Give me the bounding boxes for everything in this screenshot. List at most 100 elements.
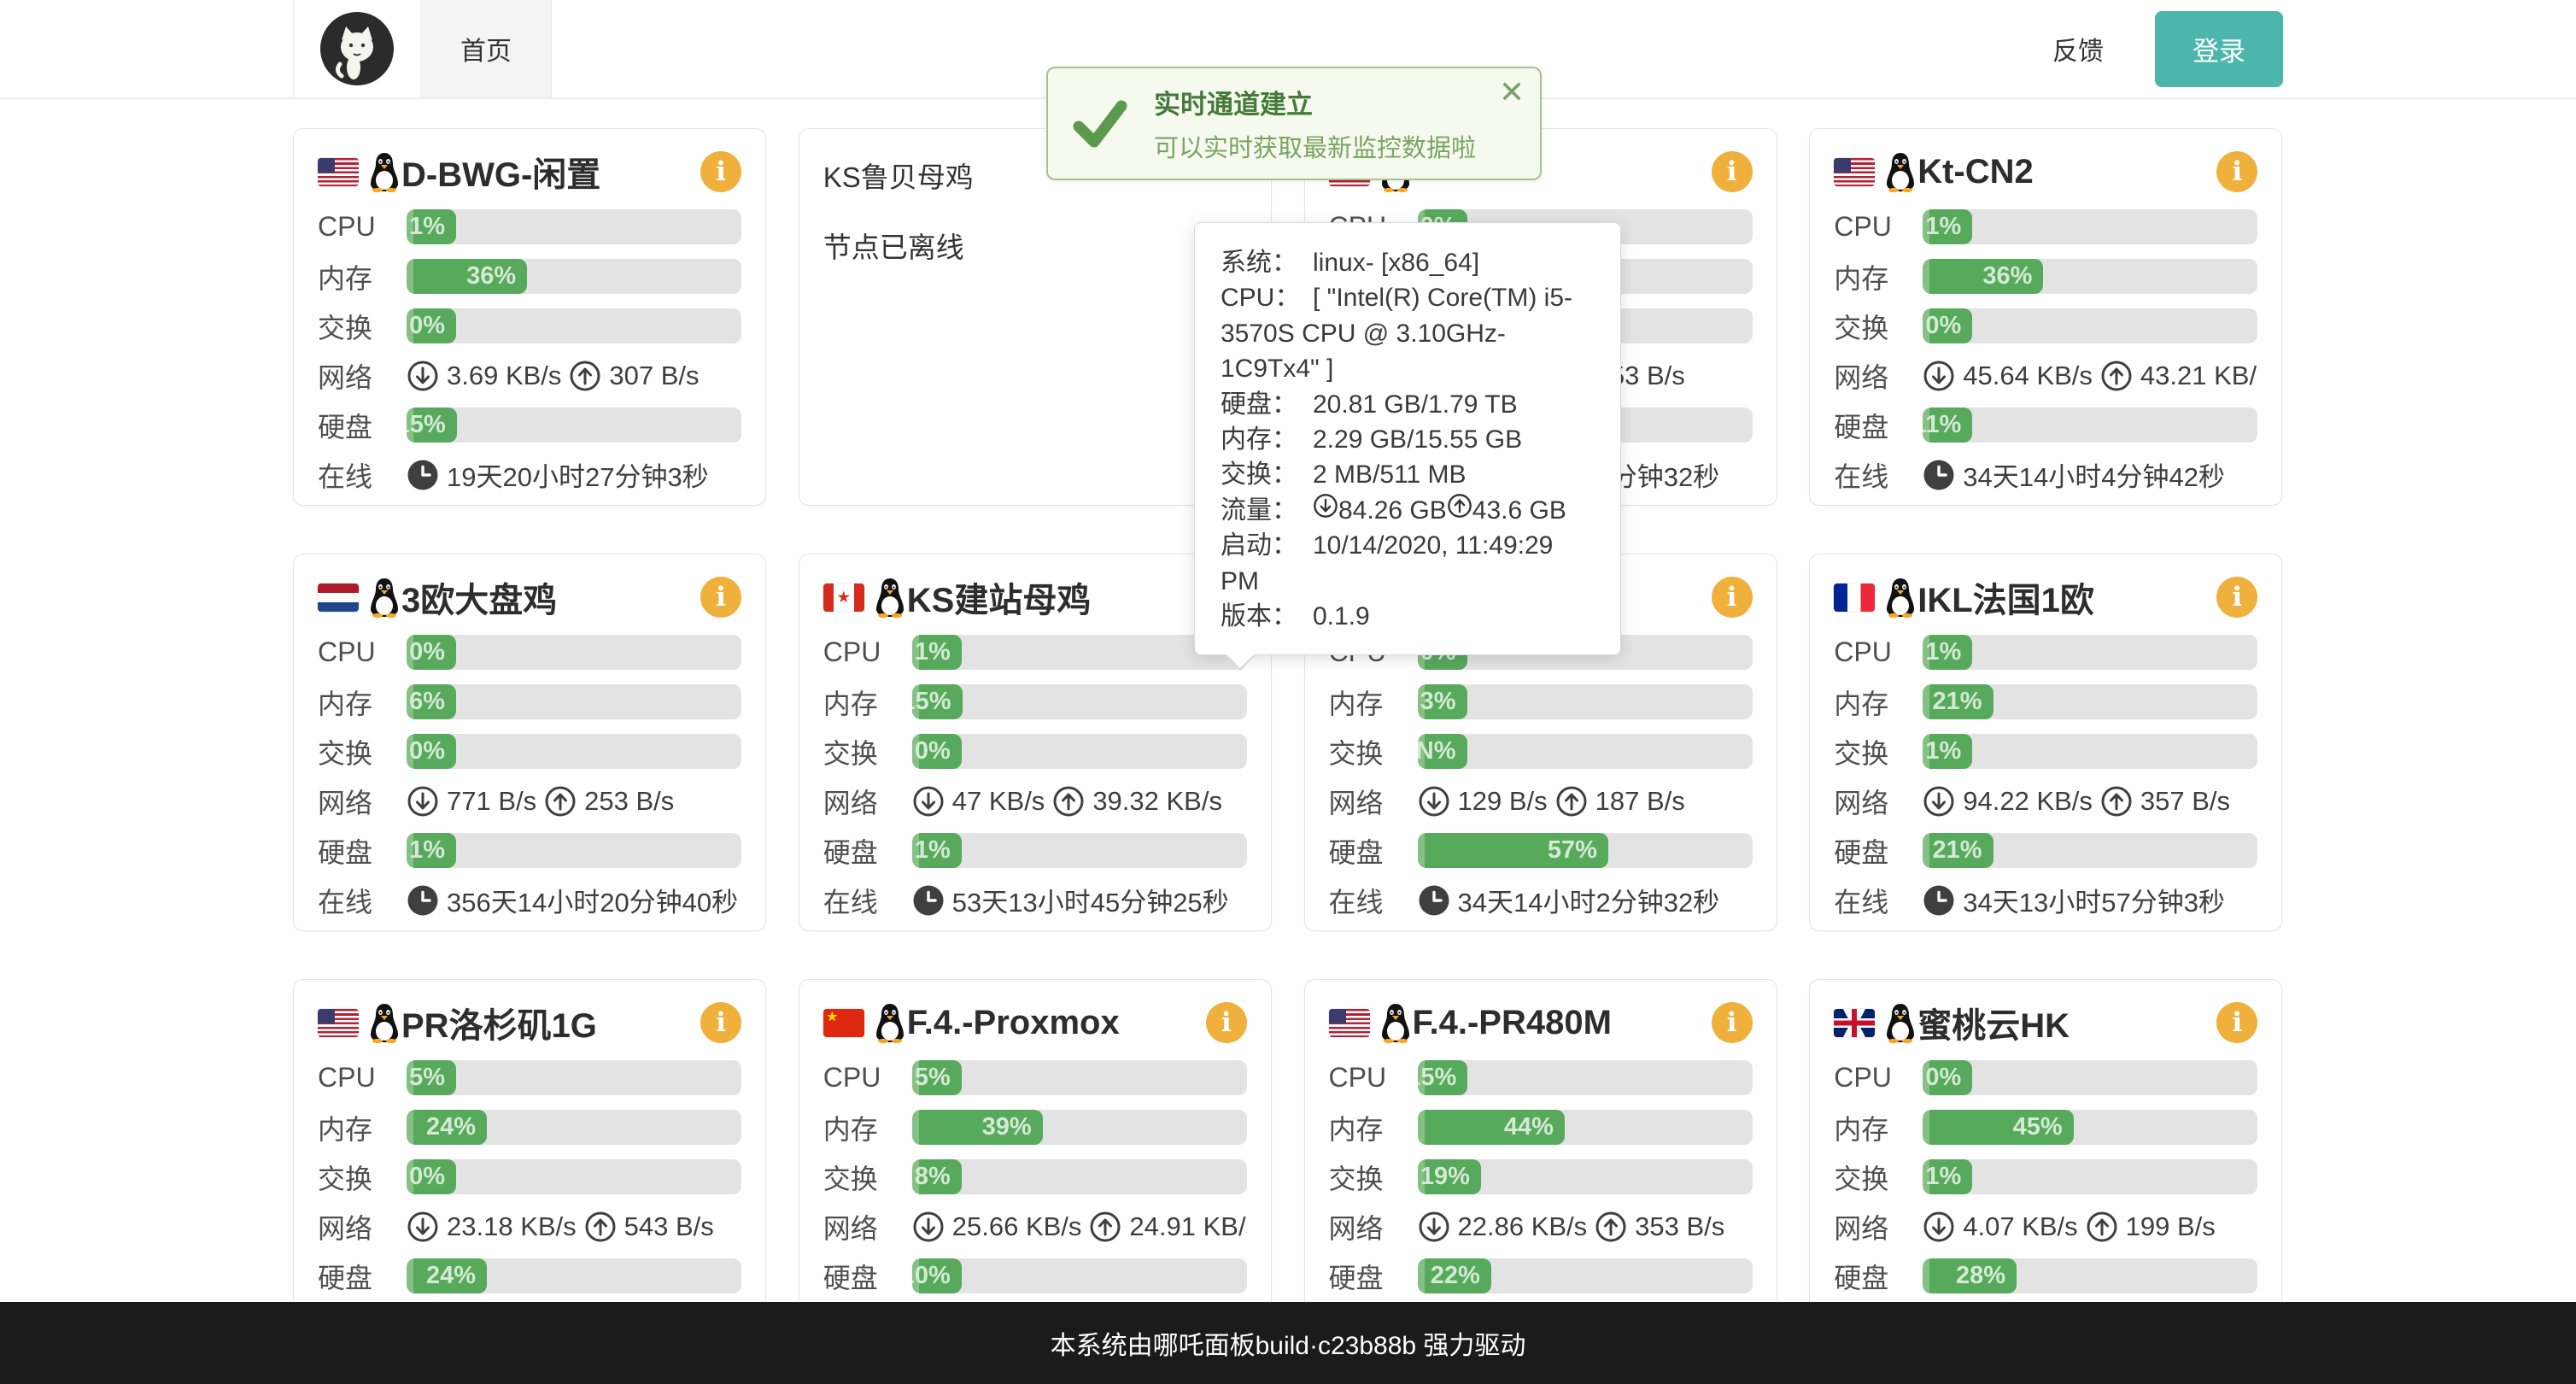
- site-logo-avatar-icon: [319, 11, 395, 86]
- upload-speed: 39.32 KB/s: [1092, 786, 1222, 817]
- cpu-progress-bar: 1%: [1923, 209, 2257, 244]
- login-button[interactable]: 登录: [2155, 11, 2283, 87]
- disk-row: 硬盘 1%: [318, 833, 741, 868]
- cpu-row: CPU 0%: [1834, 1060, 2257, 1095]
- disk-usage-value: 21%: [1923, 836, 1993, 865]
- memory-progress-fill: 3%: [1418, 684, 1467, 719]
- memory-row: 内存 6%: [318, 684, 741, 719]
- memory-usage-value: 21%: [1923, 688, 1993, 716]
- cpu-progress-fill: 0%: [407, 635, 456, 670]
- disk-progress-fill: 28%: [1923, 1258, 2017, 1293]
- download-speed: 771 B/s: [447, 786, 536, 817]
- tooltip-row-boot: 启动：10/14/2020, 11:49:29 PM: [1221, 528, 1595, 599]
- cpu-row: CPU 1%: [823, 635, 1247, 670]
- server-card-header: Kt-CN2 i: [1834, 148, 2257, 196]
- info-icon[interactable]: i: [1712, 1002, 1753, 1043]
- info-icon[interactable]: i: [1206, 1002, 1247, 1043]
- uptime-row: 在线 34天14小时4分钟42秒: [1834, 457, 2257, 492]
- country-flag-icon: [318, 158, 359, 186]
- info-icon[interactable]: i: [2216, 1002, 2257, 1043]
- swap-row: 交换 1%: [1834, 734, 2257, 769]
- network-row: 网络 3.69 KB/s 307 B/s: [318, 358, 741, 393]
- country-flag-icon: [1329, 1009, 1370, 1037]
- country-flag-icon: [823, 584, 864, 612]
- cpu-usage-value: 1%: [1923, 638, 1972, 666]
- tooltip-row-cpu: CPU：[ "Intel(R) Core(TM) i5-3570S CPU @ …: [1221, 280, 1595, 386]
- cpu-usage-value: 1%: [912, 638, 962, 666]
- download-icon: [912, 1211, 945, 1243]
- swap-progress-fill: N%: [1418, 734, 1467, 769]
- footer-panel-link[interactable]: 哪吒面板: [1153, 1324, 1256, 1362]
- memory-row: 内存 44%: [1329, 1110, 1753, 1145]
- clock-icon: [1923, 884, 1955, 917]
- tooltip-label: 启动：: [1221, 528, 1313, 563]
- cpu-label: CPU: [1834, 211, 1923, 243]
- disk-progress-bar: 22%: [1418, 1258, 1753, 1293]
- disk-label: 硬盘: [318, 831, 407, 871]
- swap-label: 交换: [318, 1158, 407, 1197]
- disk-usage-value: 11%: [1923, 411, 1972, 439]
- info-icon[interactable]: i: [700, 1002, 741, 1043]
- traffic-down-icon: [1313, 493, 1338, 519]
- toast-close-icon[interactable]: ✕: [1499, 77, 1525, 108]
- linux-os-icon: [1379, 1002, 1413, 1043]
- swap-progress-fill: 19%: [1418, 1159, 1481, 1194]
- swap-usage-value: 1%: [1923, 737, 1972, 765]
- linux-os-icon: [873, 1002, 907, 1043]
- info-icon[interactable]: i: [1712, 151, 1753, 192]
- server-info-tooltip: 系统：linux- [x86_64] CPU：[ "Intel(R) Core(…: [1194, 222, 1621, 655]
- swap-progress-fill: 1%: [1923, 1159, 1972, 1194]
- cpu-usage-value: 1%: [407, 213, 456, 241]
- swap-progress-bar: 0%: [407, 1159, 741, 1194]
- clock-icon: [1923, 459, 1955, 491]
- disk-progress-bar: 1%: [912, 833, 1247, 868]
- cpu-usage-value: 5%: [407, 1064, 456, 1092]
- server-name: F.4.-Proxmox: [907, 1004, 1206, 1042]
- network-speeds: 3.69 KB/s 307 B/s: [407, 360, 741, 392]
- cpu-progress-fill: 1%: [1923, 209, 1972, 244]
- info-icon[interactable]: i: [2216, 151, 2257, 192]
- memory-label: 内存: [823, 683, 912, 722]
- country-flag-icon: [318, 584, 359, 612]
- swap-usage-value: N%: [1418, 737, 1467, 765]
- cpu-label: CPU: [1329, 1062, 1418, 1094]
- uptime-label: 在线: [823, 881, 912, 920]
- dashboard-page: 首页 反馈 登录 D-BWG-闲置 i CPU 1% 内存 36% 交换: [0, 0, 2576, 1384]
- swap-progress-fill: 0%: [912, 734, 962, 769]
- traffic-down-value: 84.26 GB: [1338, 496, 1447, 525]
- swap-progress-fill: 0%: [1923, 308, 1972, 343]
- network-label: 网络: [823, 782, 912, 821]
- cpu-row: CPU 15%: [1329, 1060, 1753, 1095]
- cpu-label: CPU: [318, 1062, 407, 1094]
- info-icon[interactable]: i: [1712, 577, 1753, 618]
- footer-text-prefix: 本系统由: [1051, 1324, 1153, 1362]
- swap-usage-value: 19%: [1418, 1163, 1481, 1191]
- memory-progress-fill: 36%: [1923, 259, 2043, 294]
- feedback-link[interactable]: 反馈: [2052, 30, 2104, 67]
- clock-icon: [407, 459, 439, 491]
- disk-row: 硬盘 28%: [1834, 1258, 2257, 1293]
- memory-row: 内存 45%: [1834, 1110, 2257, 1145]
- tooltip-row-disk: 硬盘：20.81 GB/1.79 TB: [1221, 387, 1595, 422]
- uptime-label: 在线: [1834, 881, 1923, 920]
- tab-home[interactable]: 首页: [421, 0, 552, 97]
- download-speed: 94.22 KB/s: [1963, 786, 2093, 817]
- brand-logo-link[interactable]: [293, 0, 421, 97]
- swap-row: 交换 0%: [823, 734, 1247, 769]
- info-icon[interactable]: i: [2216, 577, 2257, 618]
- info-icon[interactable]: i: [700, 151, 741, 192]
- server-name: 3欧大盘鸡: [401, 572, 700, 622]
- tab-home-label: 首页: [460, 30, 512, 67]
- cpu-usage-value: 1%: [1923, 213, 1972, 241]
- memory-progress-bar: 36%: [1923, 259, 2257, 294]
- upload-speed: 187 B/s: [1595, 786, 1685, 817]
- uptime-row: 在线 34天13小时57分钟3秒: [1834, 883, 2257, 918]
- uptime-label: 在线: [1834, 455, 1923, 495]
- cpu-label: CPU: [318, 636, 407, 668]
- memory-label: 内存: [823, 1108, 912, 1147]
- cpu-progress-bar: 1%: [407, 209, 741, 244]
- clock-icon: [1418, 884, 1450, 917]
- disk-label: 硬盘: [1834, 406, 1923, 445]
- server-name: IKL法国1欧: [1917, 572, 2216, 622]
- info-icon[interactable]: i: [700, 577, 741, 618]
